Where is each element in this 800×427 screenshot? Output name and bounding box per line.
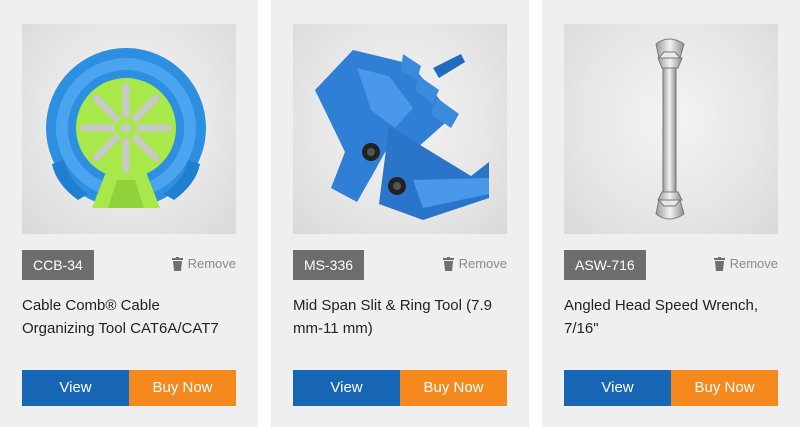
- product-title[interactable]: Cable Comb® Cable Organizing Tool CAT6A/…: [22, 294, 236, 340]
- product-card: CCB-34 Remove Cable Comb® Cable Organizi…: [0, 0, 258, 427]
- buy-now-button[interactable]: Buy Now: [129, 370, 236, 406]
- product-title[interactable]: Mid Span Slit & Ring Tool (7.9 mm-11 mm): [293, 294, 507, 340]
- trash-icon: [713, 257, 725, 271]
- remove-button[interactable]: Remove: [713, 255, 778, 273]
- remove-label: Remove: [187, 256, 236, 271]
- product-title[interactable]: Angled Head Speed Wrench, 7/16": [564, 294, 778, 340]
- buy-now-button[interactable]: Buy Now: [671, 370, 778, 406]
- view-button[interactable]: View: [564, 370, 671, 406]
- cable-comb-tool-image: [46, 48, 206, 208]
- sku-badge: CCB-34: [22, 250, 94, 280]
- remove-button[interactable]: Remove: [171, 255, 236, 273]
- view-button[interactable]: View: [293, 370, 400, 406]
- trash-icon: [442, 257, 454, 271]
- product-image[interactable]: [293, 24, 507, 234]
- sku-badge: MS-336: [293, 250, 365, 280]
- trash-icon: [171, 257, 183, 271]
- product-card: MS-336 Remove Mid Span Slit & Ring Tool …: [271, 0, 529, 427]
- product-image[interactable]: [22, 24, 236, 234]
- wrench-image: [655, 38, 685, 220]
- product-image[interactable]: [564, 24, 778, 234]
- product-card: ASW-716 Remove Angled Head Speed Wrench,…: [542, 0, 800, 427]
- remove-label: Remove: [458, 256, 507, 271]
- remove-label: Remove: [729, 256, 778, 271]
- view-button[interactable]: View: [22, 370, 129, 406]
- sku-badge: ASW-716: [564, 250, 646, 280]
- remove-button[interactable]: Remove: [442, 255, 507, 273]
- buy-now-button[interactable]: Buy Now: [400, 370, 507, 406]
- slit-ring-tool-image: [315, 50, 489, 220]
